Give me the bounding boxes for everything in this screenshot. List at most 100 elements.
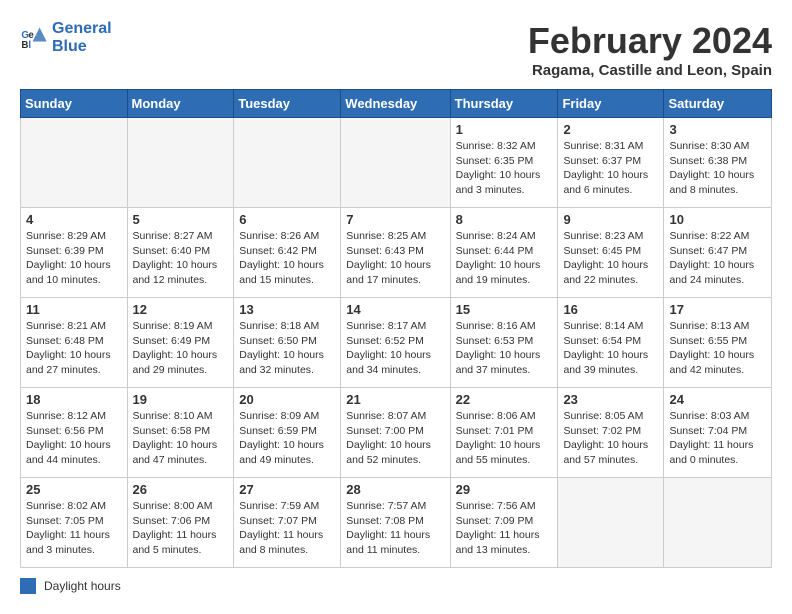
day-info: Sunrise: 8:27 AMSunset: 6:40 PMDaylight:…: [133, 229, 229, 288]
day-number: 8: [456, 212, 553, 227]
calendar-cell: [664, 478, 772, 568]
day-info: Sunrise: 8:05 AMSunset: 7:02 PMDaylight:…: [563, 409, 658, 468]
day-info: Sunrise: 8:09 AMSunset: 6:59 PMDaylight:…: [239, 409, 335, 468]
calendar-cell: 29 Sunrise: 7:56 AMSunset: 7:09 PMDayligh…: [450, 478, 558, 568]
day-number: 14: [346, 302, 444, 317]
day-number: 27: [239, 482, 335, 497]
day-number: 10: [669, 212, 766, 227]
day-info: Sunrise: 8:03 AMSunset: 7:04 PMDaylight:…: [669, 409, 766, 468]
day-number: 6: [239, 212, 335, 227]
day-info: Sunrise: 8:07 AMSunset: 7:00 PMDaylight:…: [346, 409, 444, 468]
title-section: February 2024 Ragama, Castille and Leon,…: [528, 20, 772, 79]
day-number: 4: [26, 212, 122, 227]
day-info: Sunrise: 8:00 AMSunset: 7:06 PMDaylight:…: [133, 499, 229, 558]
day-number: 7: [346, 212, 444, 227]
day-number: 28: [346, 482, 444, 497]
calendar-cell: 12Sunrise: 8:19 AMSunset: 6:49 PMDayligh…: [127, 298, 234, 388]
calendar-cell: 2 Sunrise: 8:31 AMSunset: 6:37 PMDaylight…: [558, 118, 664, 208]
day-number: 29: [456, 482, 553, 497]
calendar-cell: [341, 118, 450, 208]
calendar-cell: [558, 478, 664, 568]
day-number: 26: [133, 482, 229, 497]
calendar-cell: 19 Sunrise: 8:10 AMSunset: 6:58 PMDayligh…: [127, 388, 234, 478]
day-number: 9: [563, 212, 658, 227]
day-number: 24: [669, 392, 766, 407]
calendar-cell: 8 Sunrise: 8:24 AMSunset: 6:44 PMDaylight…: [450, 208, 558, 298]
day-info: Sunrise: 8:12 AMSunset: 6:56 PMDaylight:…: [26, 409, 122, 468]
day-of-week-header: Thursday: [450, 90, 558, 118]
calendar-cell: 13 Sunrise: 8:18 AMSunset: 6:50 PMDayligh…: [234, 298, 341, 388]
day-of-week-header: Saturday: [664, 90, 772, 118]
calendar-cell: 20Sunrise: 8:09 AMSunset: 6:59 PMDayligh…: [234, 388, 341, 478]
day-number: 18: [26, 392, 122, 407]
day-info: Sunrise: 8:23 AMSunset: 6:45 PMDaylight:…: [563, 229, 658, 288]
logo: G e B l General Blue: [20, 20, 112, 55]
day-info: Sunrise: 8:31 AMSunset: 6:37 PMDaylight:…: [563, 139, 658, 198]
day-of-week-header: Wednesday: [341, 90, 450, 118]
calendar-cell: [127, 118, 234, 208]
calendar-cell: [21, 118, 128, 208]
day-info: Sunrise: 8:18 AMSunset: 6:50 PMDaylight:…: [239, 319, 335, 378]
day-info: Sunrise: 8:29 AMSunset: 6:39 PMDaylight:…: [26, 229, 122, 288]
day-info: Sunrise: 8:25 AMSunset: 6:43 PMDaylight:…: [346, 229, 444, 288]
day-of-week-header: Tuesday: [234, 90, 341, 118]
day-number: 5: [133, 212, 229, 227]
days-header-row: SundayMondayTuesdayWednesdayThursdayFrid…: [21, 90, 772, 118]
month-title: February 2024: [528, 20, 772, 62]
calendar-week-row: 11 Sunrise: 8:21 AMSunset: 6:48 PMDayligh…: [21, 298, 772, 388]
calendar-cell: 5 Sunrise: 8:27 AMSunset: 6:40 PMDaylight…: [127, 208, 234, 298]
logo-line1: General: [52, 20, 112, 38]
calendar-week-row: 4 Sunrise: 8:29 AMSunset: 6:39 PMDaylight…: [21, 208, 772, 298]
day-number: 1: [456, 122, 553, 137]
day-number: 22: [456, 392, 553, 407]
calendar-cell: 15 Sunrise: 8:16 AMSunset: 6:53 PMDayligh…: [450, 298, 558, 388]
calendar-cell: 6Sunrise: 8:26 AMSunset: 6:42 PMDaylight…: [234, 208, 341, 298]
day-number: 11: [26, 302, 122, 317]
calendar-cell: 27 Sunrise: 7:59 AMSunset: 7:07 PMDayligh…: [234, 478, 341, 568]
svg-text:B: B: [21, 39, 28, 50]
day-info: Sunrise: 8:10 AMSunset: 6:58 PMDaylight:…: [133, 409, 229, 468]
calendar-week-row: 1 Sunrise: 8:32 AMSunset: 6:35 PMDaylight…: [21, 118, 772, 208]
calendar-week-row: 25 Sunrise: 8:02 AMSunset: 7:05 PMDayligh…: [21, 478, 772, 568]
calendar-cell: 4 Sunrise: 8:29 AMSunset: 6:39 PMDaylight…: [21, 208, 128, 298]
legend-label: Daylight hours: [44, 579, 121, 593]
calendar-cell: 11 Sunrise: 8:21 AMSunset: 6:48 PMDayligh…: [21, 298, 128, 388]
day-info: Sunrise: 7:59 AMSunset: 7:07 PMDaylight:…: [239, 499, 335, 558]
day-info: Sunrise: 8:17 AMSunset: 6:52 PMDaylight:…: [346, 319, 444, 378]
day-number: 2: [563, 122, 658, 137]
day-info: Sunrise: 8:14 AMSunset: 6:54 PMDaylight:…: [563, 319, 658, 378]
calendar-table: SundayMondayTuesdayWednesdayThursdayFrid…: [20, 89, 772, 568]
day-info: Sunrise: 8:02 AMSunset: 7:05 PMDaylight:…: [26, 499, 122, 558]
day-info: Sunrise: 7:57 AMSunset: 7:08 PMDaylight:…: [346, 499, 444, 558]
day-number: 25: [26, 482, 122, 497]
calendar-cell: 23Sunrise: 8:05 AMSunset: 7:02 PMDayligh…: [558, 388, 664, 478]
day-number: 19: [133, 392, 229, 407]
day-number: 13: [239, 302, 335, 317]
day-info: Sunrise: 8:13 AMSunset: 6:55 PMDaylight:…: [669, 319, 766, 378]
day-of-week-header: Friday: [558, 90, 664, 118]
day-number: 15: [456, 302, 553, 317]
legend-color-box: [20, 578, 36, 594]
legend: Daylight hours: [20, 578, 772, 594]
header: G e B l General Blue February 2024 Ragam…: [20, 20, 772, 79]
day-info: Sunrise: 7:56 AMSunset: 7:09 PMDaylight:…: [456, 499, 553, 558]
day-of-week-header: Monday: [127, 90, 234, 118]
calendar-cell: 18 Sunrise: 8:12 AMSunset: 6:56 PMDayligh…: [21, 388, 128, 478]
location-title: Ragama, Castille and Leon, Spain: [528, 62, 772, 79]
calendar-cell: 1 Sunrise: 8:32 AMSunset: 6:35 PMDaylight…: [450, 118, 558, 208]
day-info: Sunrise: 8:06 AMSunset: 7:01 PMDaylight:…: [456, 409, 553, 468]
day-of-week-header: Sunday: [21, 90, 128, 118]
day-number: 21: [346, 392, 444, 407]
day-info: Sunrise: 8:24 AMSunset: 6:44 PMDaylight:…: [456, 229, 553, 288]
calendar-cell: 3Sunrise: 8:30 AMSunset: 6:38 PMDaylight…: [664, 118, 772, 208]
day-number: 16: [563, 302, 658, 317]
calendar-cell: 17 Sunrise: 8:13 AMSunset: 6:55 PMDayligh…: [664, 298, 772, 388]
day-info: Sunrise: 8:22 AMSunset: 6:47 PMDaylight:…: [669, 229, 766, 288]
day-number: 17: [669, 302, 766, 317]
day-info: Sunrise: 8:21 AMSunset: 6:48 PMDaylight:…: [26, 319, 122, 378]
logo-line2: Blue: [52, 38, 112, 56]
day-info: Sunrise: 8:32 AMSunset: 6:35 PMDaylight:…: [456, 139, 553, 198]
calendar-cell: 7 Sunrise: 8:25 AMSunset: 6:43 PMDaylight…: [341, 208, 450, 298]
calendar-cell: 26 Sunrise: 8:00 AMSunset: 7:06 PMDayligh…: [127, 478, 234, 568]
day-info: Sunrise: 8:16 AMSunset: 6:53 PMDaylight:…: [456, 319, 553, 378]
